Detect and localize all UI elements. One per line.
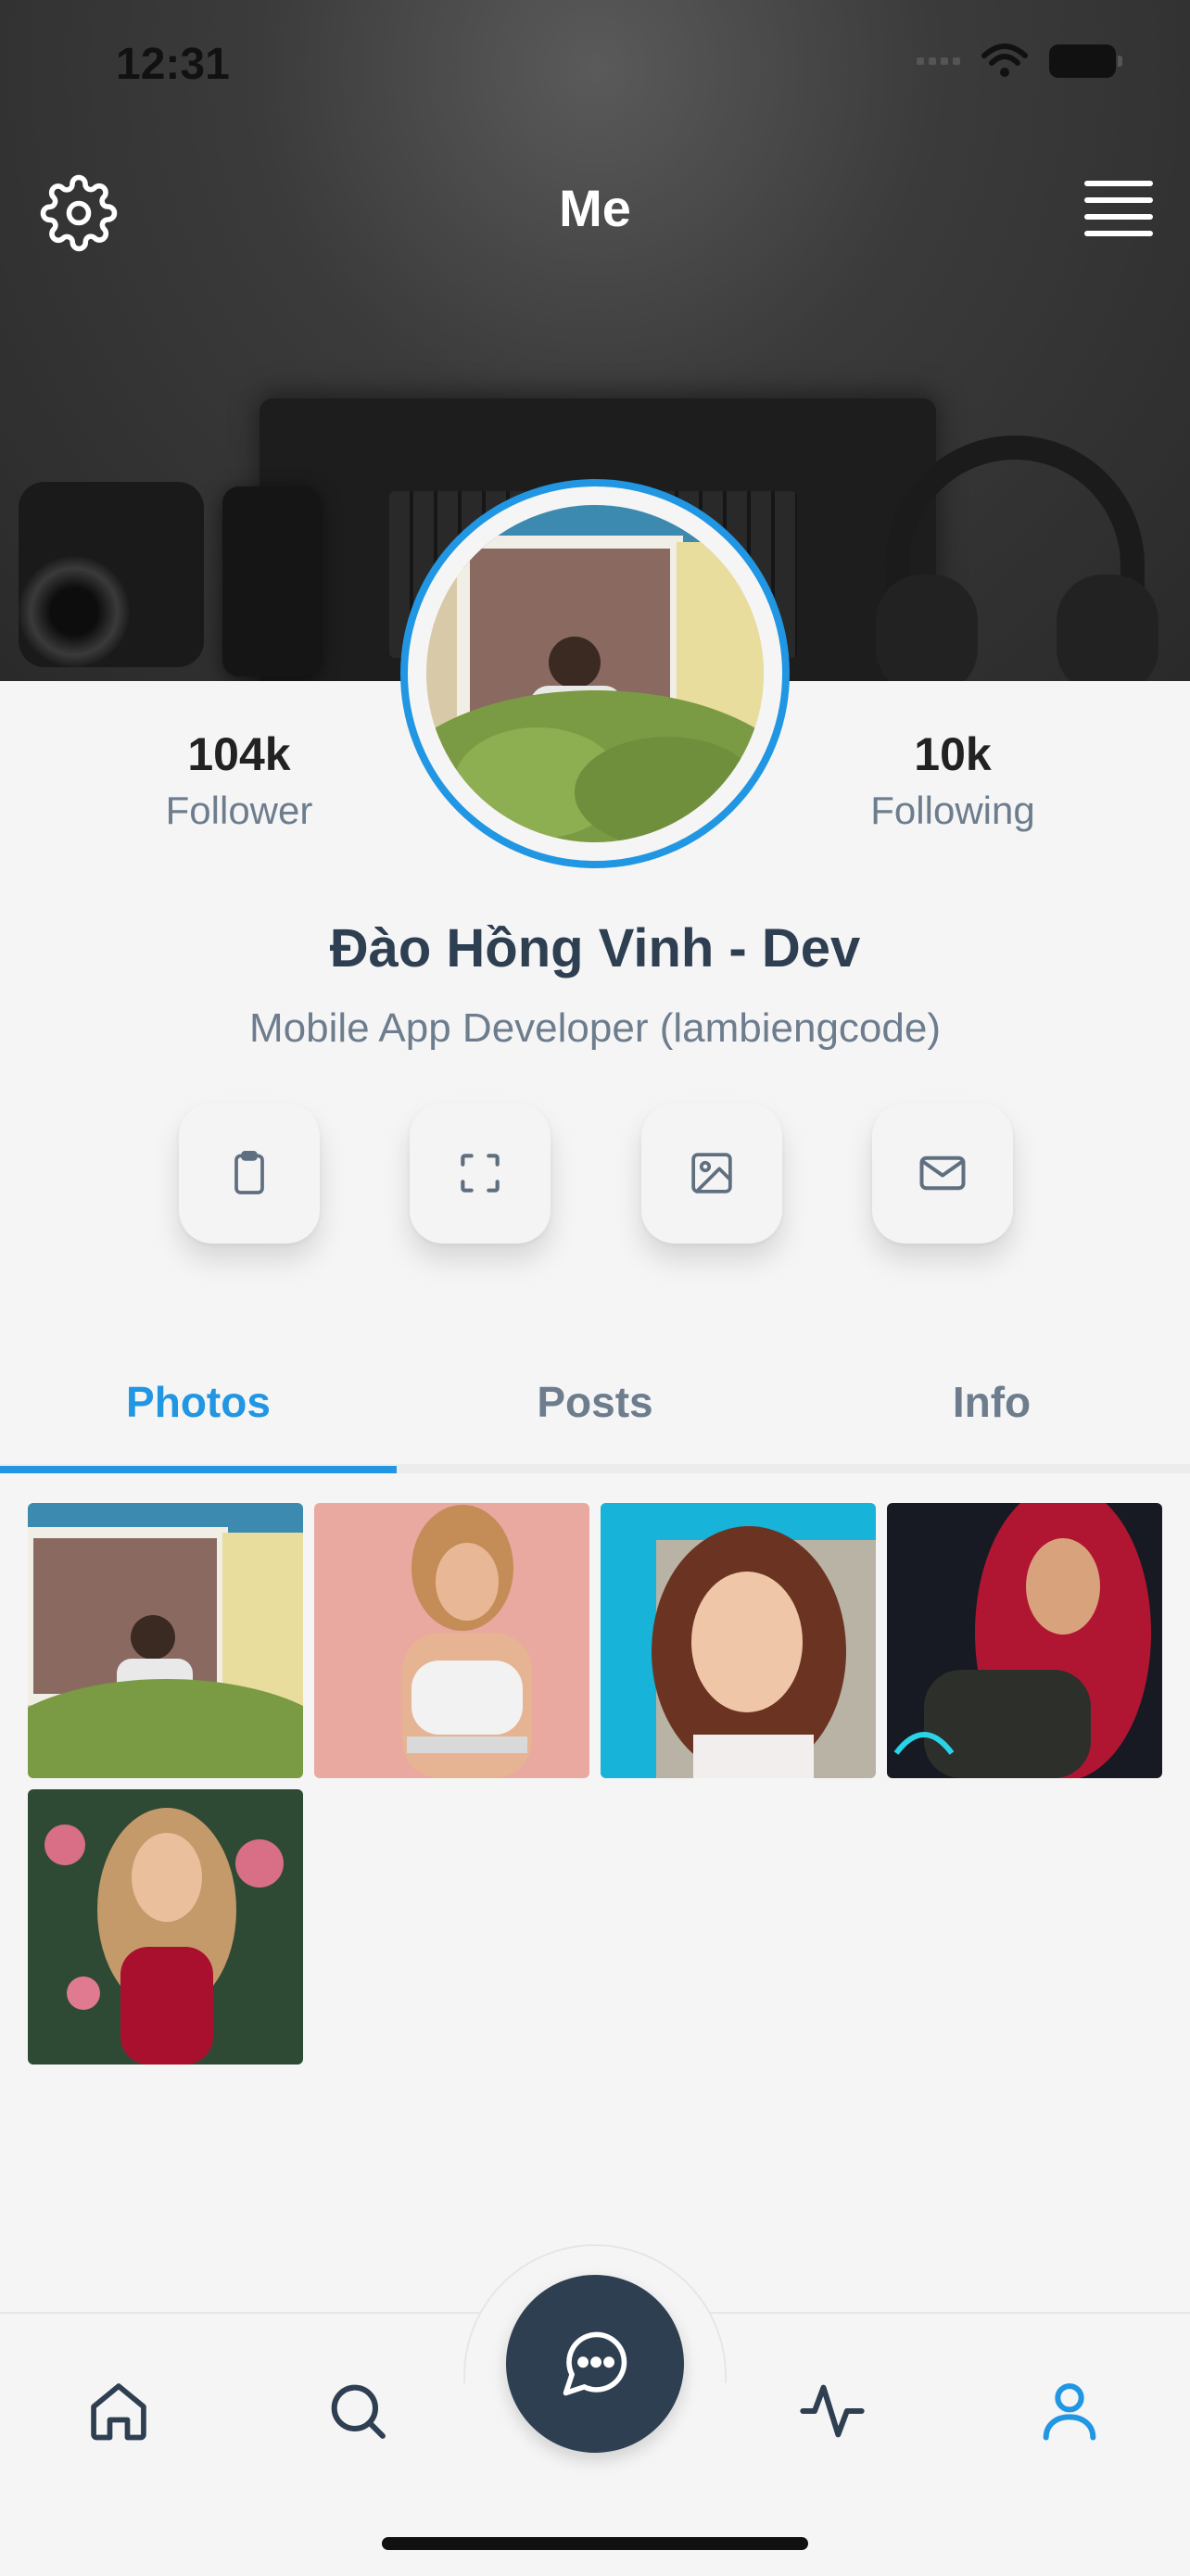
activity-icon (800, 2384, 865, 2438)
hamburger-menu-icon (1084, 181, 1153, 186)
image-icon (690, 1153, 732, 1193)
chat-icon (563, 2331, 627, 2396)
tab-photos[interactable]: Photos (0, 1339, 397, 1473)
clipboard-icon (234, 1150, 264, 1194)
profile-icon (1043, 2383, 1096, 2441)
menu-button[interactable] (1084, 181, 1153, 236)
headphone-cup-right (1057, 575, 1158, 681)
scan-icon (461, 1154, 500, 1193)
photo-thumbnail[interactable] (28, 1503, 303, 1778)
avatar-image (426, 505, 764, 842)
headphone-cup-left (876, 575, 978, 681)
wifi-icon (981, 44, 1028, 77)
camera-lens-shape (19, 556, 130, 667)
battery-icon (1049, 44, 1122, 78)
page-title: Me (559, 179, 631, 237)
signal-icon (917, 57, 960, 65)
follower-count: 104k (187, 728, 291, 780)
status-time: 12:31 (116, 40, 230, 89)
profile-tabs: Photos Posts Info (0, 1339, 1190, 1473)
photo-grid (28, 1503, 1162, 2065)
follower-stat[interactable]: 104k Follower (72, 727, 406, 833)
tab-posts[interactable]: Posts (397, 1339, 793, 1464)
phone-shape (222, 486, 320, 676)
following-label: Following (870, 789, 1035, 832)
nav-activity[interactable] (777, 2355, 888, 2467)
following-stat[interactable]: 10k Following (786, 727, 1120, 833)
photo-thumbnail[interactable] (601, 1503, 876, 1778)
mail-icon (919, 1155, 966, 1191)
photo-thumbnail[interactable] (887, 1503, 1162, 1778)
tab-info[interactable]: Info (793, 1339, 1190, 1464)
nav-search[interactable] (302, 2355, 413, 2467)
avatar[interactable] (426, 505, 764, 842)
clipboard-button[interactable] (179, 1103, 320, 1244)
photo-thumbnail[interactable] (28, 1789, 303, 2065)
status-icons (917, 43, 1122, 80)
following-count: 10k (914, 728, 992, 780)
home-indicator[interactable] (382, 2537, 808, 2550)
nav-profile[interactable] (1014, 2355, 1125, 2467)
chat-button[interactable] (506, 2275, 684, 2453)
follower-label: Follower (165, 789, 313, 832)
search-icon (331, 2384, 386, 2439)
profile-bio: Mobile App Developer (lambiengcode) (249, 1005, 941, 1051)
action-buttons (179, 1103, 1013, 1244)
photo-thumbnail[interactable] (314, 1503, 589, 1778)
profile-name: Đào Hồng Vinh - Dev (329, 918, 861, 979)
home-icon (91, 2383, 146, 2441)
gallery-button[interactable] (640, 1103, 782, 1244)
nav-home[interactable] (63, 2355, 174, 2467)
scan-button[interactable] (410, 1103, 551, 1244)
mail-button[interactable] (871, 1103, 1013, 1244)
